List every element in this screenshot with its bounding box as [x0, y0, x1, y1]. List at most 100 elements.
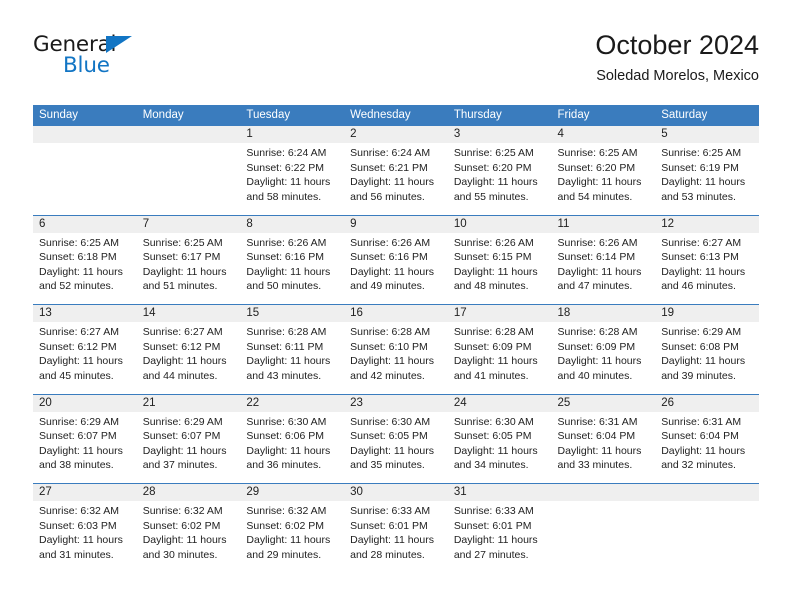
day-detail-line: Sunset: 6:02 PM — [246, 519, 325, 532]
day-number[interactable]: 14 — [136, 304, 241, 322]
day-number[interactable]: 20 — [33, 393, 137, 412]
day-cell[interactable]: Sunrise: 6:25 AM Sunset: 6:19 PM Daylight:… — [655, 143, 759, 215]
day-cell[interactable]: Sunrise: 6:28 AM Sunset: 6:11 PM Daylight:… — [240, 322, 345, 394]
day-number[interactable]: 27 — [33, 483, 137, 501]
day-cell[interactable]: Sunrise: 6:29 AM Sunset: 6:07 PM Daylight:… — [33, 411, 137, 484]
logo-triangle-icon — [106, 36, 132, 53]
day-cell[interactable]: Sunrise: 6:27 AM Sunset: 6:12 PM Daylight:… — [33, 322, 137, 394]
day-number[interactable]: 7 — [136, 214, 241, 233]
day-detail-line: and 45 minutes. — [39, 369, 114, 382]
day-number[interactable]: 16 — [344, 304, 448, 322]
day-number[interactable]: 3 — [447, 125, 552, 143]
day-detail-line: and 31 minutes. — [39, 548, 114, 561]
day-cell[interactable]: Sunrise: 6:33 AM Sunset: 6:01 PM Daylight:… — [447, 501, 552, 573]
weekday-header-saturday: Saturday — [655, 105, 759, 126]
day-detail-line: Daylight: 11 hours — [39, 355, 123, 368]
day-number[interactable]: 30 — [344, 483, 448, 501]
week-daynumber-row: 27 28 29 30 31 — [33, 483, 759, 501]
day-detail-line: and 39 minutes. — [661, 369, 736, 382]
day-number[interactable]: 19 — [655, 304, 759, 322]
day-number[interactable]: 28 — [136, 483, 241, 501]
day-cell[interactable]: Sunrise: 6:27 AM Sunset: 6:13 PM Daylight:… — [655, 232, 759, 305]
day-number[interactable]: 25 — [551, 393, 656, 412]
day-number[interactable]: 22 — [240, 393, 345, 412]
day-cell[interactable]: Sunrise: 6:28 AM Sunset: 6:09 PM Daylight:… — [551, 322, 656, 394]
day-number[interactable]: 18 — [551, 304, 656, 322]
week-detail-row: Sunrise: 6:24 AM Sunset: 6:22 PM Daylight:… — [33, 143, 759, 215]
day-number[interactable]: 4 — [551, 125, 656, 143]
day-detail-line: Sunset: 6:05 PM — [453, 430, 532, 443]
day-detail-line: Daylight: 11 hours — [142, 534, 227, 547]
day-detail-line: Sunrise: 6:26 AM — [453, 236, 534, 249]
day-detail-line: Sunset: 6:19 PM — [661, 161, 739, 174]
day-cell[interactable]: Sunrise: 6:29 AM Sunset: 6:07 PM Daylight:… — [136, 411, 241, 484]
day-detail-line: Sunset: 6:08 PM — [661, 340, 739, 353]
day-detail-line: Sunrise: 6:25 AM — [142, 236, 223, 249]
day-detail-line: Daylight: 11 hours — [39, 265, 123, 278]
day-detail-line: Daylight: 11 hours — [453, 176, 538, 189]
day-detail-line: Daylight: 11 hours — [142, 355, 227, 368]
day-number[interactable]: 17 — [447, 304, 552, 322]
day-number[interactable]: 5 — [655, 125, 759, 143]
day-cell[interactable]: Sunrise: 6:25 AM Sunset: 6:18 PM Daylight:… — [33, 232, 137, 305]
day-number[interactable]: 11 — [551, 214, 656, 233]
day-cell[interactable]: Sunrise: 6:26 AM Sunset: 6:15 PM Daylight:… — [447, 232, 552, 305]
day-number[interactable]: 2 — [344, 125, 448, 143]
day-detail-line: and 34 minutes. — [453, 459, 529, 472]
day-cell[interactable]: Sunrise: 6:33 AM Sunset: 6:01 PM Daylight:… — [344, 501, 448, 573]
day-detail-line: Sunset: 6:17 PM — [142, 251, 221, 264]
day-number[interactable]: 23 — [344, 393, 448, 412]
page-title: October 2024 — [595, 30, 759, 60]
day-cell[interactable]: Sunrise: 6:30 AM Sunset: 6:05 PM Daylight:… — [447, 411, 552, 484]
week-daynumber-row: 13 14 15 16 17 18 19 — [33, 304, 759, 322]
day-detail-line: Sunrise: 6:25 AM — [453, 147, 534, 159]
day-number[interactable]: 21 — [136, 393, 241, 412]
day-detail-line: Sunrise: 6:30 AM — [246, 415, 327, 428]
day-number[interactable]: 26 — [655, 393, 759, 412]
day-detail-line: Daylight: 11 hours — [557, 176, 642, 189]
day-cell[interactable]: Sunrise: 6:27 AM Sunset: 6:12 PM Daylight:… — [136, 322, 241, 394]
day-number[interactable]: 9 — [344, 214, 448, 233]
day-number[interactable]: 13 — [33, 304, 137, 322]
day-cell[interactable]: Sunrise: 6:28 AM Sunset: 6:10 PM Daylight:… — [344, 322, 448, 394]
day-cell[interactable]: Sunrise: 6:25 AM Sunset: 6:20 PM Daylight:… — [551, 143, 656, 215]
day-detail-line: Daylight: 11 hours — [39, 444, 123, 457]
day-detail-line: Sunset: 6:04 PM — [557, 430, 636, 443]
day-number[interactable]: 29 — [240, 483, 345, 501]
day-number[interactable]: 24 — [447, 393, 552, 412]
day-detail-line: and 41 minutes. — [453, 369, 529, 382]
day-detail-line: and 49 minutes. — [350, 280, 425, 293]
day-detail-line: Sunrise: 6:28 AM — [557, 326, 638, 338]
week-detail-row: Sunrise: 6:29 AM Sunset: 6:07 PM Daylight:… — [33, 411, 759, 484]
day-number[interactable]: 31 — [447, 483, 552, 501]
day-cell[interactable]: Sunrise: 6:24 AM Sunset: 6:22 PM Daylight:… — [240, 143, 345, 215]
day-detail-line: Daylight: 11 hours — [557, 444, 642, 457]
day-cell[interactable]: Sunrise: 6:30 AM Sunset: 6:05 PM Daylight:… — [344, 411, 448, 484]
day-cell[interactable]: Sunrise: 6:31 AM Sunset: 6:04 PM Daylight:… — [551, 411, 656, 484]
day-cell-empty — [655, 501, 759, 573]
day-cell[interactable]: Sunrise: 6:25 AM Sunset: 6:20 PM Daylight:… — [447, 143, 552, 215]
day-cell[interactable]: Sunrise: 6:30 AM Sunset: 6:06 PM Daylight:… — [240, 411, 345, 484]
day-cell[interactable]: Sunrise: 6:28 AM Sunset: 6:09 PM Daylight:… — [447, 322, 552, 394]
day-detail-line: Daylight: 11 hours — [246, 265, 331, 278]
day-cell[interactable]: Sunrise: 6:26 AM Sunset: 6:14 PM Daylight:… — [551, 232, 656, 305]
day-cell[interactable]: Sunrise: 6:26 AM Sunset: 6:16 PM Daylight:… — [344, 232, 448, 305]
day-detail-line: Sunrise: 6:29 AM — [661, 326, 742, 338]
day-number[interactable]: 1 — [240, 125, 345, 143]
day-cell[interactable]: Sunrise: 6:32 AM Sunset: 6:02 PM Daylight:… — [240, 501, 345, 573]
day-number[interactable]: 8 — [240, 214, 345, 233]
day-detail-line: Sunrise: 6:29 AM — [142, 415, 223, 428]
day-number[interactable]: 12 — [655, 214, 759, 233]
day-number[interactable]: 10 — [447, 214, 552, 233]
day-detail-line: Sunrise: 6:28 AM — [350, 326, 431, 338]
day-cell[interactable]: Sunrise: 6:32 AM Sunset: 6:03 PM Daylight:… — [33, 501, 137, 573]
day-cell[interactable]: Sunrise: 6:29 AM Sunset: 6:08 PM Daylight:… — [655, 322, 759, 394]
day-number[interactable]: 6 — [33, 214, 137, 233]
day-cell[interactable]: Sunrise: 6:25 AM Sunset: 6:17 PM Daylight:… — [136, 232, 241, 305]
day-cell[interactable]: Sunrise: 6:26 AM Sunset: 6:16 PM Daylight:… — [240, 232, 345, 305]
day-detail-line: Sunrise: 6:29 AM — [39, 415, 119, 428]
day-cell[interactable]: Sunrise: 6:32 AM Sunset: 6:02 PM Daylight:… — [136, 501, 241, 573]
day-cell[interactable]: Sunrise: 6:31 AM Sunset: 6:04 PM Daylight:… — [655, 411, 759, 484]
day-cell[interactable]: Sunrise: 6:24 AM Sunset: 6:21 PM Daylight:… — [344, 143, 448, 215]
day-number[interactable]: 15 — [240, 304, 345, 322]
